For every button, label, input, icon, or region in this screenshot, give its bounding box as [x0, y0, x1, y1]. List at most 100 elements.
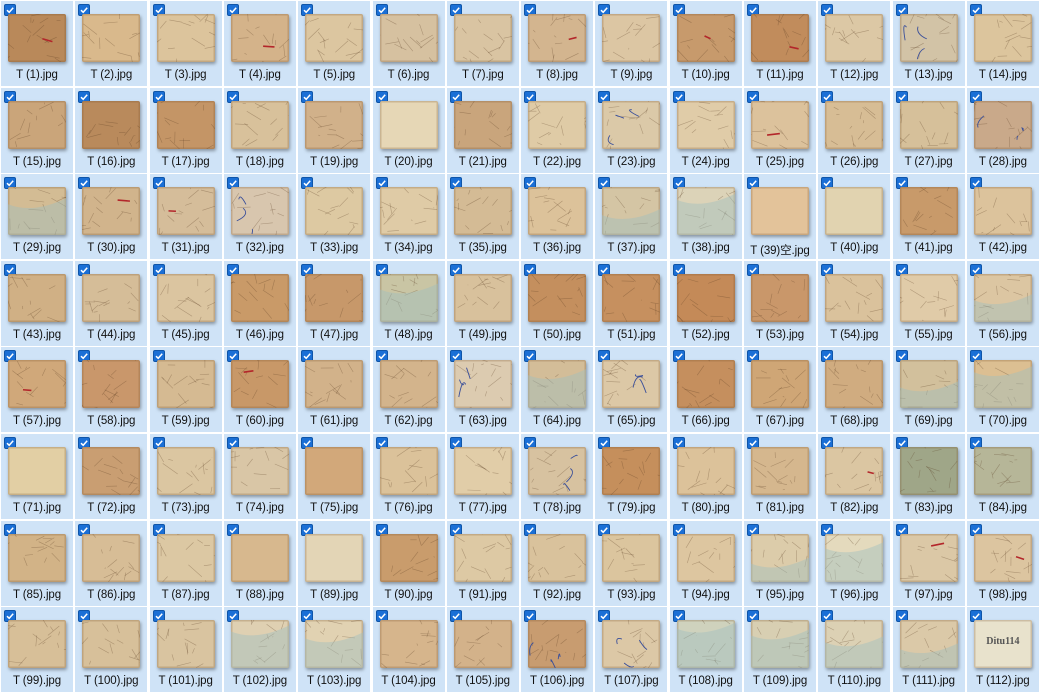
file-item[interactable]: T (70).jpg	[966, 347, 1039, 433]
file-item[interactable]: T (101).jpg	[149, 607, 222, 692]
file-item[interactable]: T (14).jpg	[966, 1, 1039, 86]
file-item[interactable]: T (99).jpg	[1, 607, 73, 692]
file-item[interactable]: T (87).jpg	[149, 520, 222, 606]
file-item[interactable]: T (77).jpg	[446, 434, 519, 519]
file-item[interactable]: T (57).jpg	[1, 347, 73, 433]
file-item[interactable]: T (51).jpg	[595, 260, 668, 346]
file-item[interactable]: T (91).jpg	[446, 520, 519, 606]
file-item[interactable]: T (61).jpg	[298, 347, 371, 433]
file-item[interactable]: T (32).jpg	[223, 174, 296, 260]
file-item[interactable]: T (73).jpg	[149, 434, 222, 519]
file-item[interactable]: T (109).jpg	[744, 607, 816, 692]
file-item[interactable]: T (50).jpg	[521, 260, 594, 346]
file-item[interactable]: T (103).jpg	[298, 607, 371, 692]
file-item[interactable]: T (35).jpg	[446, 174, 519, 260]
file-item[interactable]: T (104).jpg	[372, 607, 445, 692]
file-item[interactable]: T (33).jpg	[298, 174, 371, 260]
file-item[interactable]: T (88).jpg	[223, 520, 296, 606]
file-item[interactable]: T (8).jpg	[521, 1, 594, 86]
file-item[interactable]: T (43).jpg	[1, 260, 73, 346]
file-item[interactable]: T (6).jpg	[372, 1, 445, 86]
file-item[interactable]: T (18).jpg	[223, 87, 296, 173]
file-item[interactable]: T (111).jpg	[892, 607, 965, 692]
file-item[interactable]: T (20).jpg	[372, 87, 445, 173]
file-item[interactable]: Ditu114 T (112).jpg	[966, 607, 1039, 692]
file-item[interactable]: T (21).jpg	[446, 87, 519, 173]
file-item[interactable]: T (5).jpg	[298, 1, 371, 86]
file-item[interactable]: T (2).jpg	[75, 1, 148, 86]
file-item[interactable]: T (46).jpg	[223, 260, 296, 346]
file-item[interactable]: T (15).jpg	[1, 87, 73, 173]
file-item[interactable]: T (56).jpg	[966, 260, 1039, 346]
file-item[interactable]: T (16).jpg	[75, 87, 148, 173]
file-item[interactable]: T (105).jpg	[446, 607, 519, 692]
file-item[interactable]: T (66).jpg	[669, 347, 742, 433]
file-item[interactable]: T (65).jpg	[595, 347, 668, 433]
file-item[interactable]: T (1).jpg	[1, 1, 73, 86]
file-item[interactable]: T (30).jpg	[75, 174, 148, 260]
file-item[interactable]: T (9).jpg	[595, 1, 668, 86]
file-item[interactable]: T (7).jpg	[446, 1, 519, 86]
file-item[interactable]: T (84).jpg	[966, 434, 1039, 519]
file-item[interactable]: T (36).jpg	[521, 174, 594, 260]
file-item[interactable]: T (48).jpg	[372, 260, 445, 346]
file-item[interactable]: T (3).jpg	[149, 1, 222, 86]
file-item[interactable]: T (41).jpg	[892, 174, 965, 260]
file-item[interactable]: T (4).jpg	[223, 1, 296, 86]
file-item[interactable]: T (26).jpg	[818, 87, 891, 173]
file-item[interactable]: T (47).jpg	[298, 260, 371, 346]
file-item[interactable]: T (10).jpg	[669, 1, 742, 86]
file-item[interactable]: T (31).jpg	[149, 174, 222, 260]
file-item[interactable]: T (76).jpg	[372, 434, 445, 519]
file-item[interactable]: T (40).jpg	[818, 174, 891, 260]
file-item[interactable]: T (64).jpg	[521, 347, 594, 433]
file-item[interactable]: T (25).jpg	[744, 87, 816, 173]
file-item[interactable]: T (37).jpg	[595, 174, 668, 260]
file-item[interactable]: T (80).jpg	[669, 434, 742, 519]
file-item[interactable]: T (17).jpg	[149, 87, 222, 173]
file-item[interactable]: T (95).jpg	[744, 520, 816, 606]
file-item[interactable]: T (86).jpg	[75, 520, 148, 606]
file-item[interactable]: T (79).jpg	[595, 434, 668, 519]
file-item[interactable]: T (45).jpg	[149, 260, 222, 346]
file-item[interactable]: T (42).jpg	[966, 174, 1039, 260]
file-item[interactable]: T (13).jpg	[892, 1, 965, 86]
file-item[interactable]: T (82).jpg	[818, 434, 891, 519]
file-item[interactable]: T (81).jpg	[744, 434, 816, 519]
file-item[interactable]: T (89).jpg	[298, 520, 371, 606]
file-item[interactable]: T (102).jpg	[223, 607, 296, 692]
file-item[interactable]: T (58).jpg	[75, 347, 148, 433]
file-item[interactable]: T (107).jpg	[595, 607, 668, 692]
file-item[interactable]: T (24).jpg	[669, 87, 742, 173]
file-item[interactable]: T (96).jpg	[818, 520, 891, 606]
file-item[interactable]: T (90).jpg	[372, 520, 445, 606]
file-item[interactable]: T (28).jpg	[966, 87, 1039, 173]
file-item[interactable]: T (52).jpg	[669, 260, 742, 346]
file-item[interactable]: T (29).jpg	[1, 174, 73, 260]
file-item[interactable]: T (12).jpg	[818, 1, 891, 86]
file-item[interactable]: T (71).jpg	[1, 434, 73, 519]
file-item[interactable]: T (85).jpg	[1, 520, 73, 606]
file-item[interactable]: T (11).jpg	[744, 1, 816, 86]
file-item[interactable]: T (108).jpg	[669, 607, 742, 692]
file-item[interactable]: T (106).jpg	[521, 607, 594, 692]
file-item[interactable]: T (83).jpg	[892, 434, 965, 519]
file-item[interactable]: T (92).jpg	[521, 520, 594, 606]
file-item[interactable]: T (59).jpg	[149, 347, 222, 433]
file-item[interactable]: T (75).jpg	[298, 434, 371, 519]
file-item[interactable]: T (38).jpg	[669, 174, 742, 260]
file-item[interactable]: T (19).jpg	[298, 87, 371, 173]
file-item[interactable]: T (94).jpg	[669, 520, 742, 606]
file-item[interactable]: T (67).jpg	[744, 347, 816, 433]
file-item[interactable]: T (93).jpg	[595, 520, 668, 606]
file-item[interactable]: T (110).jpg	[818, 607, 891, 692]
file-item[interactable]: T (27).jpg	[892, 87, 965, 173]
file-item[interactable]: T (62).jpg	[372, 347, 445, 433]
file-item[interactable]: T (55).jpg	[892, 260, 965, 346]
file-item[interactable]: T (63).jpg	[446, 347, 519, 433]
file-item[interactable]: T (54).jpg	[818, 260, 891, 346]
file-item[interactable]: T (60).jpg	[223, 347, 296, 433]
file-item[interactable]: T (69).jpg	[892, 347, 965, 433]
file-item[interactable]: T (97).jpg	[892, 520, 965, 606]
file-item[interactable]: T (39)空.jpg	[744, 174, 816, 260]
